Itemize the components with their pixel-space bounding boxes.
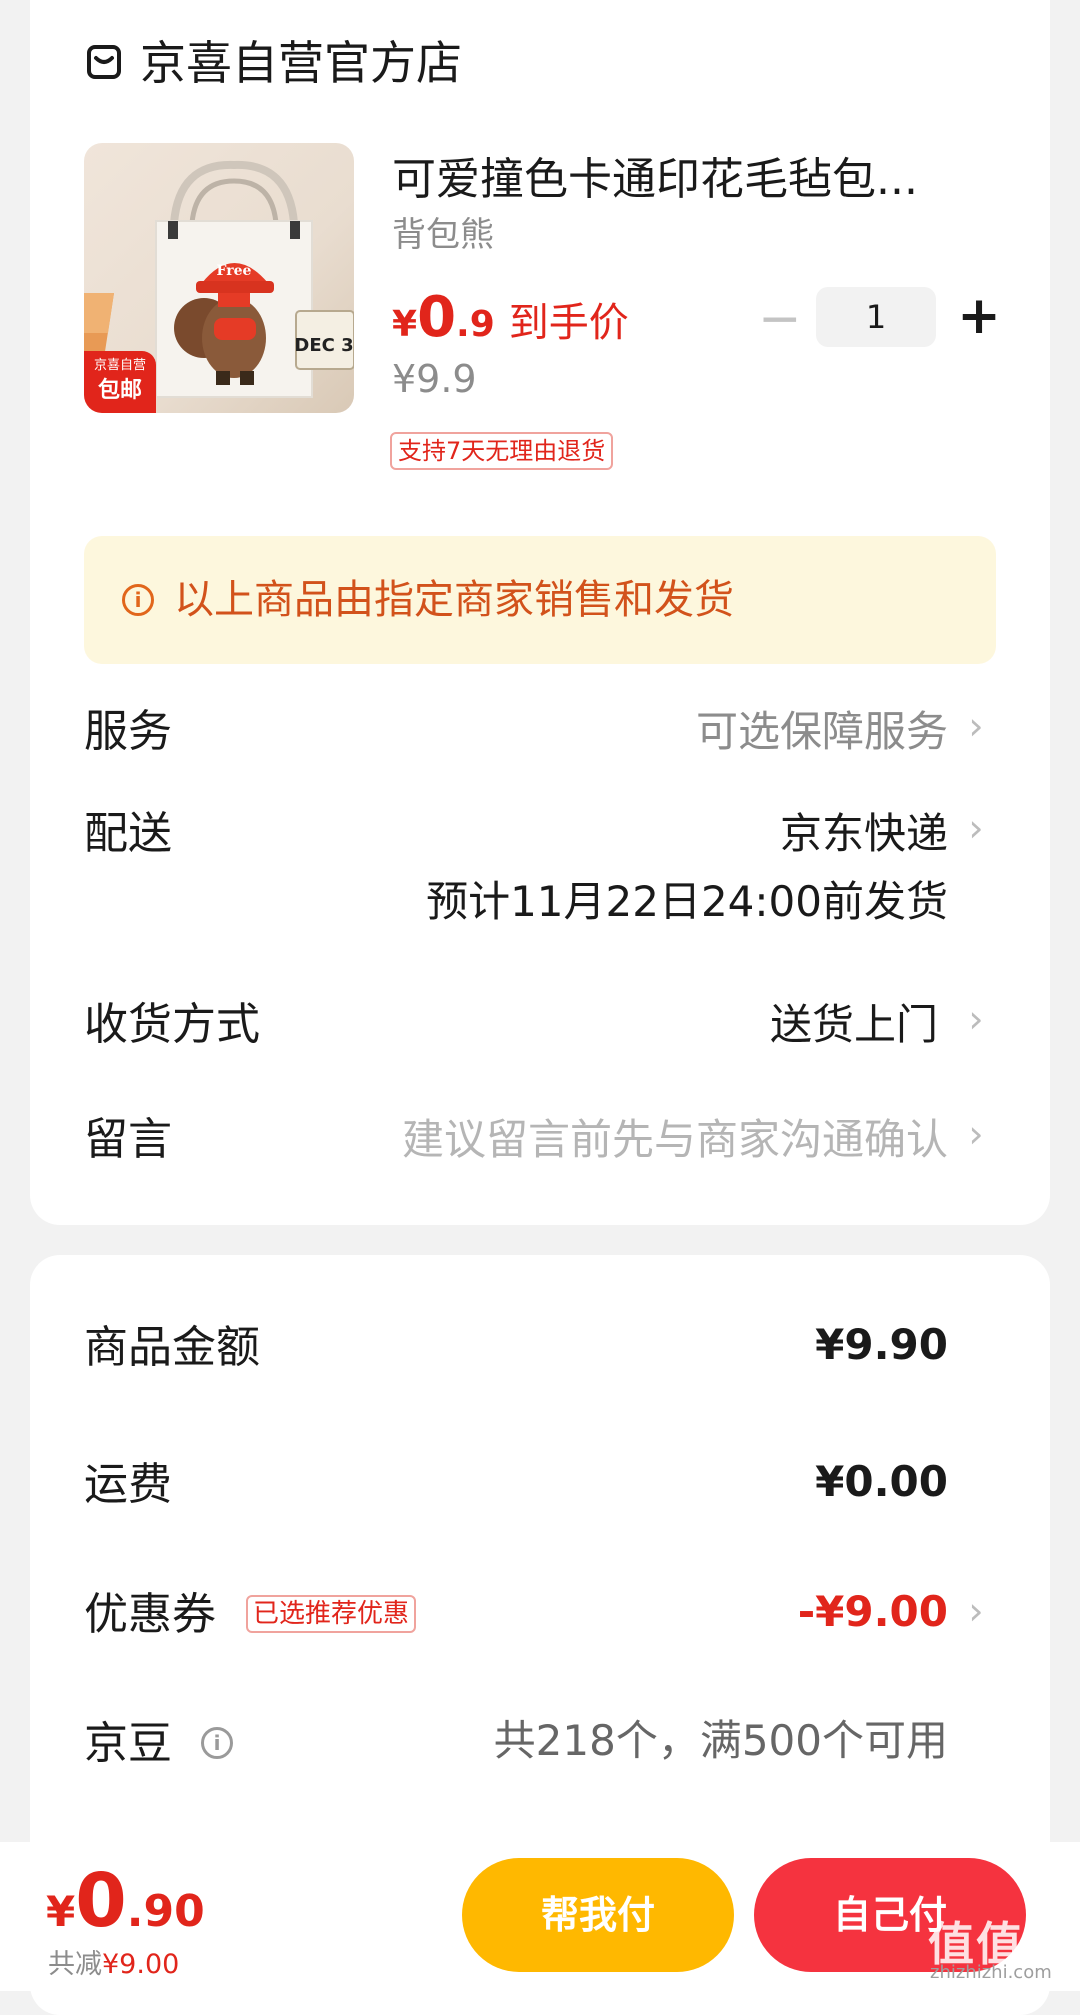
chevron-right-icon[interactable]: ›: [964, 1104, 988, 1164]
price-integer: 0: [417, 285, 457, 350]
total-decimal: .90: [126, 1886, 205, 1937]
price-tag: 到手价: [508, 300, 629, 346]
total-saved: 共减¥9.00: [48, 1948, 179, 1982]
notice-text: 以上商品由指定商家销售和发货: [174, 577, 734, 623]
message-input[interactable]: 建议留言前先与商家沟通确认: [402, 1110, 948, 1170]
product-title[interactable]: 可爱撞色卡通印花毛毡包...: [392, 150, 992, 210]
receive-method-label: 收货方式: [84, 999, 260, 1050]
shipping-value: ¥0.00: [815, 1457, 948, 1506]
help-me-pay-button[interactable]: 帮我付: [462, 1858, 734, 1972]
delivery-value[interactable]: 京东快递: [780, 804, 948, 864]
price-currency: ¥: [392, 304, 418, 345]
badge-line2: 包邮: [97, 378, 142, 403]
info-icon[interactable]: i: [201, 1727, 233, 1759]
chevron-right-icon[interactable]: ›: [964, 696, 988, 756]
free-shipping-badge: 京喜自营 包邮: [84, 351, 156, 413]
badge-line1: 京喜自营: [93, 358, 146, 373]
checkout-bar: ¥0.90 共减¥9.00 帮我付 自己付 值值值 zhizhizhi.com: [0, 1842, 1080, 1991]
shipping-label: 运费: [84, 1459, 172, 1510]
store-icon: [86, 42, 122, 82]
info-icon: i: [122, 584, 154, 616]
thumb-hat-text: Free: [217, 263, 252, 279]
coupon-label: 优惠券: [84, 1589, 216, 1640]
delivery-label: 配送: [84, 808, 172, 859]
goods-amount-label: 商品金额: [84, 1322, 260, 1373]
total-currency: ¥: [46, 1887, 76, 1936]
product-shop: 背包熊: [392, 215, 494, 255]
coupon-tag: 已选推荐优惠: [246, 1595, 417, 1633]
chevron-right-icon[interactable]: ›: [964, 798, 988, 858]
saved-prefix: 共减: [48, 1949, 102, 1980]
price-decimal: .9: [456, 304, 495, 345]
product-thumbnail[interactable]: Free DEC 3 京喜自营 包邮: [84, 143, 354, 413]
saved-amount: ¥9.00: [102, 1949, 180, 1980]
coupon-value[interactable]: -¥9.00: [798, 1582, 948, 1642]
thumb-calendar-text: DEC 3: [294, 335, 353, 356]
minus-icon[interactable]: −: [758, 293, 802, 349]
chevron-right-icon[interactable]: ›: [964, 1581, 988, 1641]
watermark-url: zhizhizhi.com: [930, 1962, 1052, 1983]
service-value[interactable]: 可选保障服务: [696, 702, 948, 762]
delivery-eta: 预计11月22日24:00前发货: [426, 877, 948, 926]
service-label: 服务: [84, 706, 172, 757]
beans-value: 共218个，满500个可用: [493, 1716, 948, 1765]
seller-notice: i 以上商品由指定商家销售和发货: [84, 536, 996, 664]
quantity-input[interactable]: 1: [816, 287, 936, 347]
original-price: ¥9.9: [392, 357, 477, 401]
goods-amount-value: ¥9.90: [815, 1320, 948, 1369]
receive-method-value[interactable]: 送货上门: [770, 995, 938, 1055]
beans-label: 京豆: [84, 1718, 172, 1769]
total-price: ¥0.90: [46, 1858, 205, 1944]
plus-icon[interactable]: +: [955, 290, 1003, 346]
deal-price: ¥0.9 到手价: [392, 285, 629, 355]
store-name[interactable]: 京喜自营官方店: [140, 28, 462, 98]
message-label: 留言: [84, 1114, 172, 1165]
total-integer: 0: [75, 1858, 127, 1944]
chevron-right-icon[interactable]: ›: [964, 989, 988, 1049]
return-policy-badge: 支持7天无理由退货: [390, 432, 614, 470]
